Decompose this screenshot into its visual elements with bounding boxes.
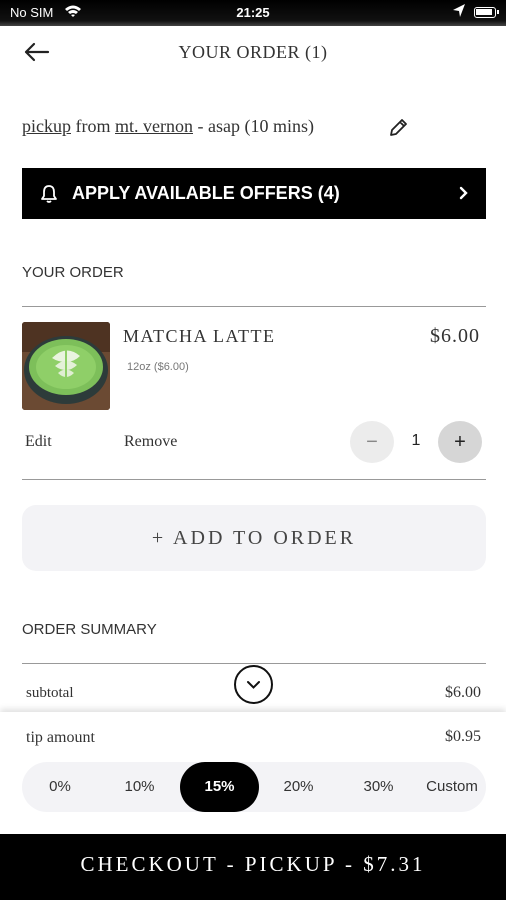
- tip-option-0[interactable]: 0%: [22, 762, 98, 812]
- apply-offers-button[interactable]: APPLY AVAILABLE OFFERS (4): [22, 168, 486, 219]
- checkout-button[interactable]: CHECKOUT - PICKUP - $7.31: [0, 834, 506, 900]
- divider: [22, 306, 486, 307]
- tip-option-custom[interactable]: Custom: [414, 762, 490, 812]
- divider: [22, 479, 486, 480]
- item-size: 12oz ($6.00): [127, 361, 189, 373]
- divider: [22, 663, 486, 664]
- matcha-latte-image: [22, 322, 110, 410]
- increase-quantity-button[interactable]: +: [438, 421, 482, 463]
- quantity-value: 1: [411, 432, 421, 449]
- location-arrow-icon: [452, 3, 466, 22]
- apply-offers-label: APPLY AVAILABLE OFFERS (4): [72, 183, 340, 203]
- pickup-timing-text: - asap (10 mins): [197, 116, 314, 136]
- subtotal-value: $6.00: [445, 684, 481, 701]
- decrease-quantity-button[interactable]: −: [350, 421, 394, 463]
- pencil-icon[interactable]: [388, 118, 410, 138]
- page-title: YOUR ORDER (1): [178, 42, 328, 62]
- pickup-details: pickup from mt. vernon - asap (10 mins): [22, 116, 314, 137]
- your-order-heading: YOUR ORDER: [22, 264, 124, 281]
- item-name: MATCHA LATTE: [123, 326, 276, 346]
- bell-icon: [40, 184, 58, 204]
- expand-summary-button[interactable]: [234, 665, 273, 704]
- tip-amount-label: tip amount: [26, 729, 95, 746]
- subtotal-label: subtotal: [26, 685, 74, 701]
- pickup-from-text: from: [75, 116, 111, 136]
- tip-option-15[interactable]: 15%: [180, 762, 259, 812]
- status-bar: No SIM 21:25: [0, 0, 506, 26]
- tip-option-10[interactable]: 10%: [100, 762, 179, 812]
- pickup-location-link[interactable]: mt. vernon: [115, 116, 193, 136]
- pickup-mode-link[interactable]: pickup: [22, 116, 71, 136]
- status-time: 21:25: [236, 5, 270, 20]
- remove-item-button[interactable]: Remove: [124, 433, 177, 451]
- tip-amount-value: $0.95: [445, 728, 481, 745]
- item-price: $6.00: [430, 325, 480, 347]
- tip-option-20[interactable]: 20%: [259, 762, 338, 812]
- battery-icon: [474, 7, 499, 18]
- add-to-order-button[interactable]: + ADD TO ORDER: [22, 505, 486, 571]
- order-summary-heading: ORDER SUMMARY: [22, 621, 157, 638]
- edit-item-button[interactable]: Edit: [25, 433, 52, 451]
- tip-option-30[interactable]: 30%: [339, 762, 418, 812]
- chevron-down-icon: [247, 681, 260, 689]
- chevron-right-icon: [458, 184, 470, 202]
